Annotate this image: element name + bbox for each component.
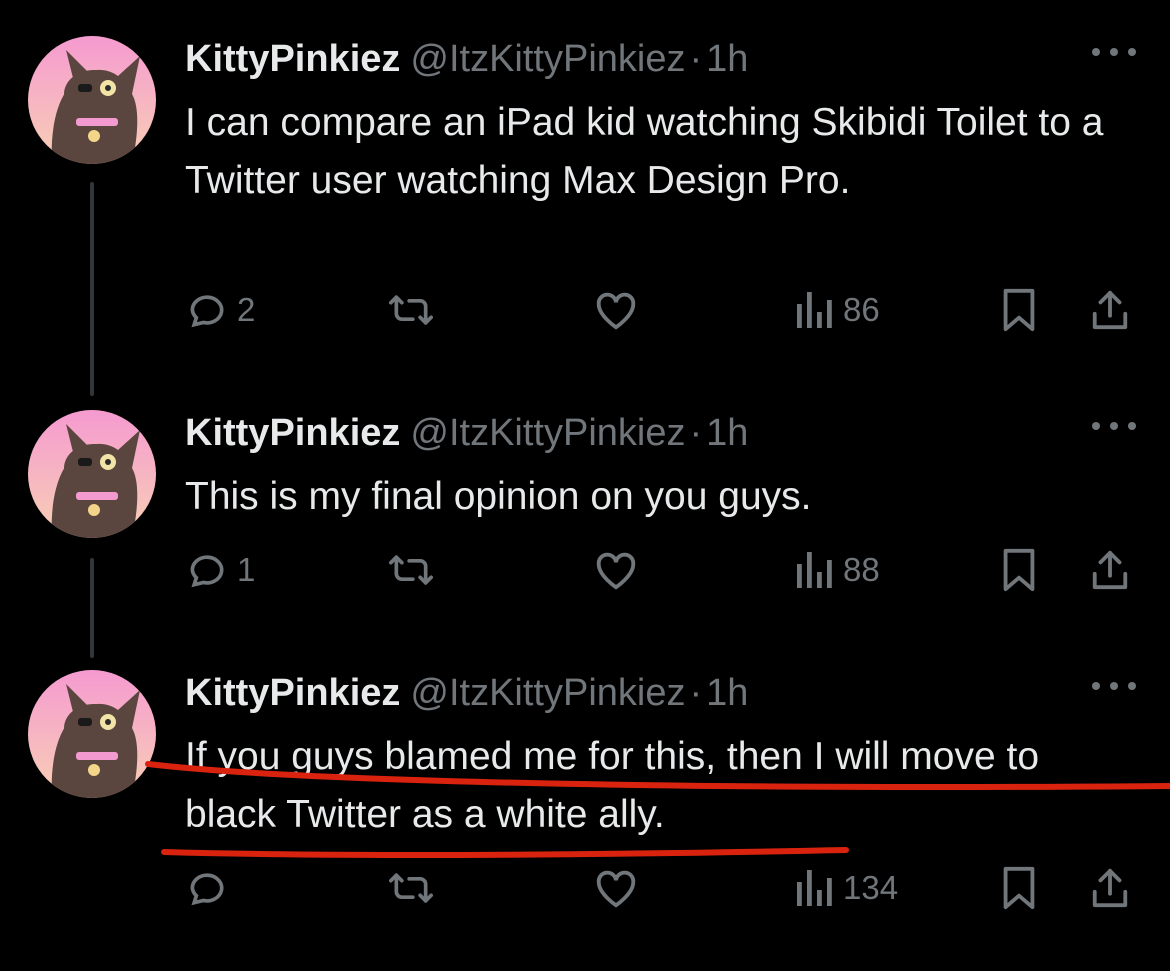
separator-dot: · xyxy=(689,38,703,80)
retweet-button[interactable] xyxy=(385,546,445,594)
tweet-header: KittyPinkiez @ItzKittyPinkiez · 1h xyxy=(185,670,748,716)
reply-icon xyxy=(185,866,229,910)
views-count: 86 xyxy=(843,291,880,328)
reply-count: 1 xyxy=(237,551,256,588)
views-bar-chart-icon xyxy=(795,866,835,910)
separator-dot: · xyxy=(689,672,703,714)
timestamp[interactable]: 1h xyxy=(706,38,748,80)
like-button[interactable] xyxy=(593,864,647,912)
views-bar-chart-icon xyxy=(795,288,835,332)
display-name[interactable]: KittyPinkiez xyxy=(185,38,400,80)
avatar[interactable] xyxy=(28,36,156,164)
user-handle[interactable]: @ItzKittyPinkiez xyxy=(410,412,685,454)
share-icon xyxy=(1089,865,1131,911)
retweet-icon xyxy=(385,866,437,910)
share-button[interactable] xyxy=(1089,546,1131,594)
more-dots-icon[interactable] xyxy=(1092,676,1136,696)
more-dots-icon[interactable] xyxy=(1092,42,1136,62)
tweet-text: If you guys blamed me for this, then I w… xyxy=(185,735,1040,836)
tweet-header: KittyPinkiez @ItzKittyPinkiez · 1h xyxy=(185,410,748,456)
user-handle[interactable]: @ItzKittyPinkiez xyxy=(410,38,685,80)
share-button[interactable] xyxy=(1089,864,1131,912)
tweet-actions: 134 xyxy=(185,864,1145,912)
tweet-thread: KittyPinkiez @ItzKittyPinkiez · 1h I can co… xyxy=(0,0,1170,971)
views-count: 134 xyxy=(843,869,899,906)
reply-button[interactable]: 1 xyxy=(185,546,255,594)
views-count: 88 xyxy=(843,551,880,588)
bookmark-icon xyxy=(999,865,1039,911)
bookmark-button[interactable] xyxy=(999,546,1039,594)
display-name[interactable]: KittyPinkiez xyxy=(185,412,400,454)
bookmark-button[interactable] xyxy=(999,864,1039,912)
share-icon xyxy=(1089,547,1131,593)
reply-icon xyxy=(185,548,229,592)
avatar[interactable] xyxy=(28,670,156,798)
share-icon xyxy=(1089,287,1131,333)
retweet-button[interactable] xyxy=(385,286,445,334)
timestamp[interactable]: 1h xyxy=(706,672,748,714)
heart-icon xyxy=(593,548,639,592)
like-button[interactable] xyxy=(593,286,647,334)
tweet-actions: 1 88 xyxy=(185,546,1145,594)
user-handle[interactable]: @ItzKittyPinkiez xyxy=(410,672,685,714)
retweet-icon xyxy=(385,288,437,332)
tweet-actions: 2 86 xyxy=(185,286,1145,334)
timestamp[interactable]: 1h xyxy=(706,412,748,454)
tweet-header: KittyPinkiez @ItzKittyPinkiez · 1h xyxy=(185,36,748,82)
thread-connector-line xyxy=(90,182,94,396)
bookmark-icon xyxy=(999,287,1039,333)
views-button[interactable]: 88 xyxy=(795,546,880,594)
bookmark-button[interactable] xyxy=(999,286,1039,334)
views-button[interactable]: 134 xyxy=(795,864,898,912)
retweet-button[interactable] xyxy=(385,864,445,912)
tweet-text: This is my final opinion on you guys. xyxy=(185,475,812,518)
display-name[interactable]: KittyPinkiez xyxy=(185,672,400,714)
more-dots-icon[interactable] xyxy=(1092,416,1136,436)
tweet-text: I can compare an iPad kid watching Skibi… xyxy=(185,101,1104,202)
avatar[interactable] xyxy=(28,410,156,538)
reply-button[interactable]: 2 xyxy=(185,286,255,334)
reply-button[interactable] xyxy=(185,864,237,912)
reply-icon xyxy=(185,288,229,332)
bookmark-icon xyxy=(999,547,1039,593)
heart-icon xyxy=(593,288,639,332)
separator-dot: · xyxy=(689,412,703,454)
share-button[interactable] xyxy=(1089,286,1131,334)
like-button[interactable] xyxy=(593,546,647,594)
views-button[interactable]: 86 xyxy=(795,286,880,334)
reply-count: 2 xyxy=(237,291,256,328)
views-bar-chart-icon xyxy=(795,548,835,592)
retweet-icon xyxy=(385,548,437,592)
heart-icon xyxy=(593,866,639,910)
thread-connector-line xyxy=(90,558,94,658)
